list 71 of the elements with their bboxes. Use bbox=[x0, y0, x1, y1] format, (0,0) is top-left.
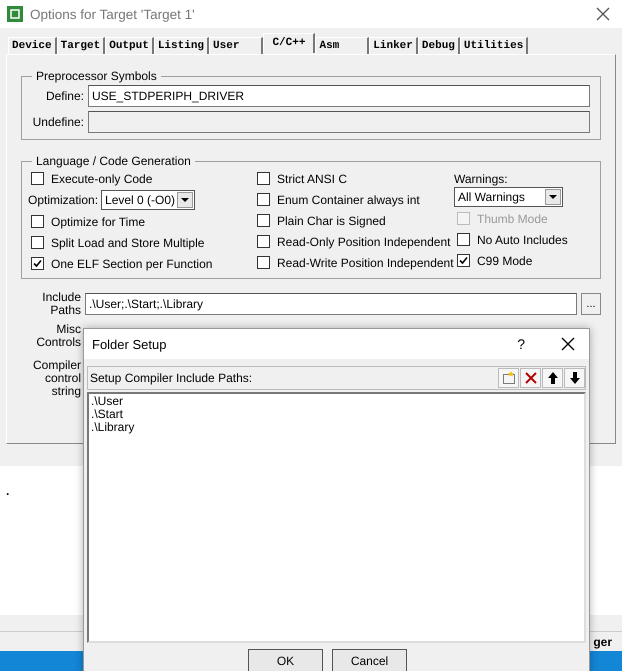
tab[interactable]: Asm bbox=[315, 37, 370, 54]
delete-icon bbox=[524, 371, 538, 385]
close-icon[interactable] bbox=[561, 337, 575, 351]
checkbox[interactable] bbox=[457, 233, 470, 246]
checkbox-label: Execute-only Code bbox=[51, 172, 152, 186]
tab[interactable]: Linker bbox=[369, 37, 418, 54]
caret-icon bbox=[545, 189, 561, 205]
checkbox[interactable] bbox=[257, 214, 270, 227]
checkbox[interactable] bbox=[31, 172, 44, 185]
checkbox-label: Thumb Mode bbox=[477, 212, 548, 226]
checkbox-label: Plain Char is Signed bbox=[277, 214, 386, 228]
dialog-title: Folder Setup bbox=[92, 336, 168, 352]
field-label: Include Paths bbox=[41, 291, 81, 317]
tab[interactable]: Device bbox=[8, 37, 57, 54]
tab[interactable]: User bbox=[209, 37, 264, 54]
close-icon[interactable] bbox=[596, 7, 610, 21]
move-down-button[interactable] bbox=[564, 368, 585, 388]
dropdown[interactable]: Level 0 (-O0) bbox=[101, 190, 196, 210]
arrow-down-icon bbox=[568, 371, 580, 385]
list-item[interactable]: .\Library bbox=[91, 421, 134, 434]
dialog-button[interactable]: OK bbox=[248, 649, 323, 671]
checkbox[interactable] bbox=[257, 193, 270, 206]
checkbox[interactable] bbox=[257, 235, 270, 248]
browse-button[interactable]: ... bbox=[581, 293, 601, 315]
checkbox-label: Read-Write Position Independent bbox=[277, 256, 454, 270]
list-item[interactable]: .\User bbox=[91, 395, 124, 408]
list-item[interactable]: .\Start bbox=[91, 408, 124, 421]
dropdown-label: Warnings: bbox=[454, 171, 509, 186]
group-title: Language / Code Generation bbox=[35, 154, 192, 168]
tab[interactable]: C/C++ bbox=[263, 33, 316, 53]
checkbox-label: No Auto Includes bbox=[477, 232, 568, 246]
arrow-up-icon bbox=[546, 371, 558, 385]
group-title: Preprocessor Symbols bbox=[35, 69, 158, 83]
checkbox-label: Enum Container always int bbox=[277, 192, 420, 206]
new-folder-icon bbox=[502, 371, 516, 385]
status-text: ger bbox=[593, 634, 612, 648]
field-label: Misc Controls bbox=[35, 323, 81, 349]
field-label: Define: bbox=[44, 89, 84, 103]
editor-text: . bbox=[6, 484, 10, 498]
checkbox[interactable] bbox=[31, 257, 44, 270]
dropdown[interactable]: All Warnings bbox=[454, 187, 563, 207]
caret-icon bbox=[177, 192, 194, 208]
move-up-button[interactable] bbox=[542, 368, 563, 388]
tab[interactable]: Utilities bbox=[460, 37, 528, 54]
new-folder-button[interactable] bbox=[498, 368, 519, 388]
checkbox-label: Split Load and Store Multiple bbox=[51, 236, 204, 250]
checkbox[interactable] bbox=[31, 236, 44, 249]
checkbox-label: C99 Mode bbox=[477, 254, 532, 268]
window-title: Options for Target 'Target 1' bbox=[30, 6, 196, 22]
tab[interactable]: Debug bbox=[418, 37, 460, 54]
field-label: Undefine: bbox=[32, 115, 84, 129]
help-button[interactable]: ? bbox=[517, 336, 525, 352]
dropdown-label: Optimization: bbox=[28, 193, 98, 207]
input-field[interactable]: .\User;.\Start;.\Library bbox=[85, 293, 577, 315]
checkbox-label: Read-Only Position Independent bbox=[277, 234, 450, 248]
list-caption: Setup Compiler Include Paths: bbox=[90, 371, 254, 385]
checkbox[interactable] bbox=[257, 172, 270, 185]
checkbox[interactable] bbox=[257, 256, 270, 269]
checkbox-label: One ELF Section per Function bbox=[51, 256, 212, 270]
checkbox-label: Optimize for Time bbox=[51, 214, 146, 228]
tab[interactable]: Listing bbox=[154, 37, 210, 54]
dialog-button[interactable]: Cancel bbox=[332, 649, 407, 671]
checkbox-label: Strict ANSI C bbox=[277, 172, 348, 186]
tab[interactable]: Target bbox=[56, 37, 106, 54]
delete-button[interactable] bbox=[520, 368, 541, 388]
tab[interactable]: Output bbox=[105, 37, 154, 54]
app-icon bbox=[6, 5, 24, 23]
checkbox[interactable] bbox=[457, 254, 470, 267]
input-field[interactable]: USE_STDPERIPH_DRIVER bbox=[88, 85, 590, 107]
field-label: Compiler control string bbox=[32, 359, 81, 398]
checkbox[interactable] bbox=[31, 215, 44, 228]
